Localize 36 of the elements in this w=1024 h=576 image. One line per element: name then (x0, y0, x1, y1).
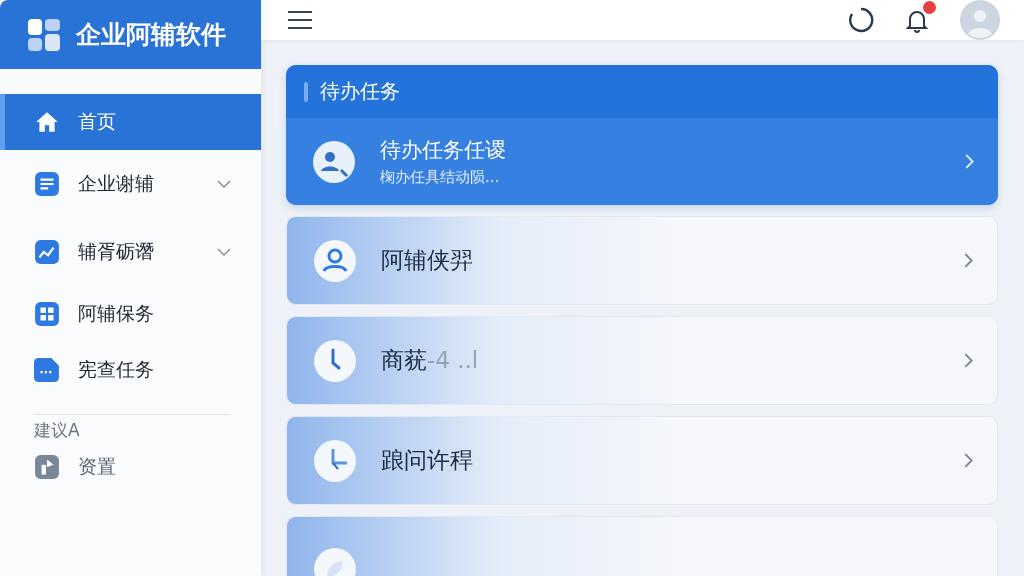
chevron-down-icon (217, 248, 231, 256)
nav-item[interactable]: 宪查任务 (0, 342, 261, 398)
clock-icon (313, 338, 357, 383)
tool-icon (34, 454, 60, 480)
card-title: 阿辅侠羿 (381, 246, 474, 275)
todo-item[interactable]: 待办任务任谡 椈办任具结动陨... (286, 118, 998, 205)
task-subtitle: 椈办任具结动陨... (380, 168, 501, 187)
logo-icon (28, 18, 60, 51)
panel-title: 待办任务 (320, 78, 400, 105)
nav-item[interactable]: 首页 (0, 94, 261, 150)
chevron-right-icon (964, 353, 973, 368)
chevron-right-icon (964, 253, 973, 268)
section-title: 建议A (33, 419, 81, 442)
person-icon (313, 238, 357, 283)
menu-card[interactable]: 踉问许稈 (286, 416, 998, 505)
card-title: 商莸-4 ..l (381, 346, 480, 375)
nav-item[interactable]: 企业谢辅 (0, 150, 261, 218)
app-title: 企业阿辅软件 (76, 19, 226, 51)
chevron-right-icon (965, 154, 974, 169)
document-icon (34, 171, 60, 197)
grid-icon (34, 301, 60, 327)
task-title: 待办任务任谡 (380, 137, 507, 164)
nav-item[interactable]: 资置 (0, 442, 261, 492)
menu-card[interactable]: 商莸-4 ..l (286, 316, 998, 405)
nav-item[interactable]: 阿辅保务 (0, 286, 261, 342)
menu-icon[interactable] (288, 10, 312, 30)
file-icon (34, 357, 60, 383)
refresh-icon[interactable] (848, 7, 874, 33)
card-title: 踉问许稈 (381, 446, 474, 475)
menu-card[interactable]: 阿辅侠羿 (286, 216, 998, 305)
user-search-icon (312, 139, 356, 184)
chevron-down-icon (217, 180, 231, 188)
pie-chart-icon (313, 438, 357, 483)
nav-item[interactable]: 辅胥砺谮 (0, 218, 261, 286)
chart-icon (34, 239, 60, 265)
chevron-right-icon (964, 453, 973, 468)
